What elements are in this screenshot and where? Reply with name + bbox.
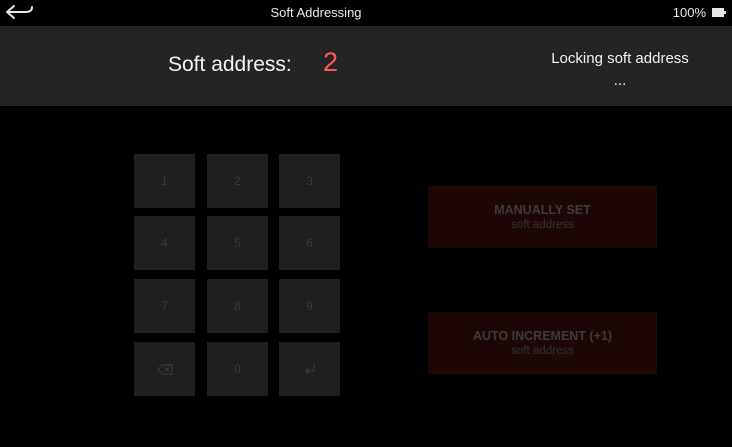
- key-5[interactable]: 5: [207, 216, 268, 270]
- address-header: Soft address: 2 Locking soft address ...: [0, 26, 732, 106]
- key-3[interactable]: 3: [279, 154, 340, 208]
- screen-title: Soft Addressing: [270, 5, 362, 20]
- lock-status: Locking soft address ...: [520, 48, 720, 92]
- auto-increment-subtitle: soft address: [511, 344, 574, 357]
- key-backspace[interactable]: [134, 342, 195, 396]
- key-2[interactable]: 2: [207, 154, 268, 208]
- lock-status-text: Locking soft address: [551, 50, 689, 67]
- auto-increment-title: AUTO INCREMENT (+1): [472, 328, 612, 343]
- key-0[interactable]: 0: [207, 342, 268, 396]
- manually-set-subtitle: soft address: [511, 218, 574, 231]
- backspace-icon: [156, 363, 173, 375]
- key-7[interactable]: 7: [134, 279, 195, 333]
- key-enter[interactable]: [279, 342, 340, 396]
- auto-increment-button[interactable]: AUTO INCREMENT (+1) soft address: [428, 312, 657, 374]
- key-6[interactable]: 6: [279, 216, 340, 270]
- key-1[interactable]: 1: [134, 154, 195, 208]
- enter-icon: [304, 363, 315, 374]
- key-4[interactable]: 4: [134, 216, 195, 270]
- status-bar: Soft Addressing 100%: [0, 0, 732, 26]
- manually-set-title: MANUALLY SET: [494, 202, 591, 217]
- manually-set-button[interactable]: MANUALLY SET soft address: [428, 186, 657, 248]
- key-9[interactable]: 9: [279, 279, 340, 333]
- lock-status-progress: ...: [613, 72, 627, 89]
- soft-address-label: Soft address:: [168, 53, 292, 76]
- battery-level: 100%: [672, 5, 706, 20]
- soft-address-value: 2: [323, 47, 339, 77]
- key-8[interactable]: 8: [207, 279, 268, 333]
- battery-icon: [712, 8, 726, 17]
